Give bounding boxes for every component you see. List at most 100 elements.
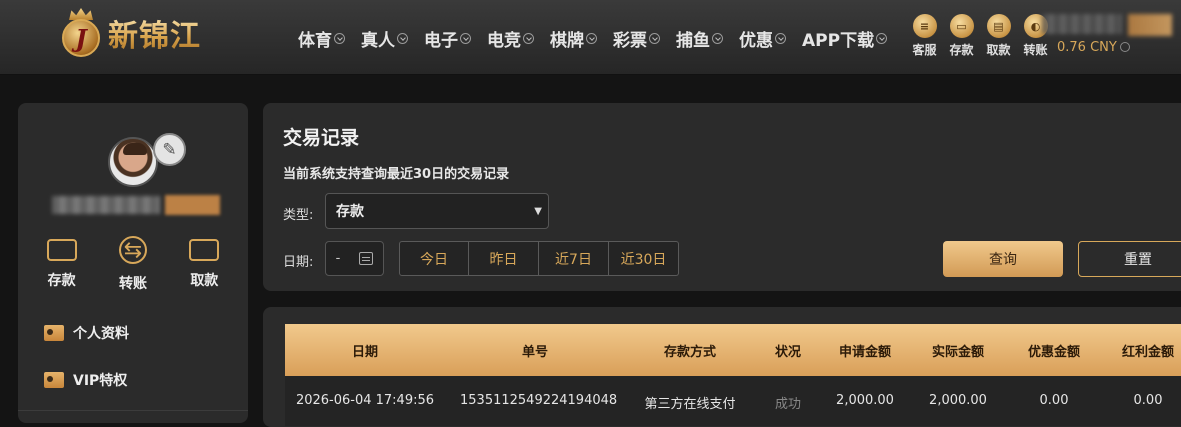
- nav-item-promotions[interactable]: 优惠: [739, 26, 786, 51]
- cell-date: 2026-06-04 17:49:56: [295, 393, 435, 408]
- nav-label: 捕鱼: [676, 31, 710, 51]
- column-header-order-no: 单号: [521, 344, 548, 360]
- chevron-down-icon: [712, 33, 723, 44]
- chevron-down-icon: [397, 33, 408, 44]
- range-30days-button[interactable]: 近30日: [609, 241, 679, 276]
- sidebar-action-label: 取款: [190, 273, 219, 289]
- column-header-actual: 实际金额: [931, 344, 984, 360]
- cell-status: 成功: [774, 397, 801, 412]
- edit-profile-button[interactable]: ✎: [153, 133, 186, 166]
- range-today-button[interactable]: 今日: [399, 241, 469, 276]
- quick-withdraw[interactable]: ▤ 取款: [980, 14, 1017, 58]
- brand-logo[interactable]: J 新锦江: [58, 8, 201, 58]
- sidebar-action-label: 存款: [47, 273, 76, 289]
- sidebar-transfer-button[interactable]: ⇆ 转账: [103, 236, 163, 293]
- nav-item-esports[interactable]: 电竞: [487, 26, 534, 51]
- balance-value: 0.76 CNY: [1057, 40, 1117, 55]
- chevron-down-icon: [523, 33, 534, 44]
- wallet-icon: [46, 239, 77, 261]
- bank-card-icon: ▤: [986, 14, 1011, 38]
- nav-label: 优惠: [739, 31, 773, 51]
- sidebar-item-profile[interactable]: 个人资料: [44, 323, 129, 343]
- column-header-method: 存款方式: [663, 344, 716, 360]
- edit-icon: ✎: [162, 139, 177, 160]
- chat-bubble-icon: ≡: [912, 14, 937, 38]
- sidebar-item-vip[interactable]: VIP特权: [44, 370, 127, 390]
- nav-item-live[interactable]: 真人: [361, 26, 408, 51]
- refresh-icon[interactable]: [1119, 42, 1130, 52]
- wallet-glyph: ▭: [956, 19, 967, 33]
- quick-label: 客服: [912, 43, 937, 57]
- cell-order-no: 1535112549224194048: [460, 393, 618, 408]
- quick-actions: ≡ 客服 ▭ 存款 ▤ 取款 ◐ 转账: [906, 14, 1054, 58]
- sidebar-withdraw-button[interactable]: 取款: [174, 236, 234, 293]
- column-header-requested: 申请金额: [838, 344, 891, 360]
- column-header-status: 状况: [774, 344, 801, 360]
- quick-customer-service[interactable]: ≡ 客服: [906, 14, 943, 58]
- calendar-icon: [359, 252, 374, 265]
- chevron-down-icon: [460, 33, 471, 44]
- quick-deposit[interactable]: ▭ 存款: [943, 14, 980, 58]
- chevron-down-icon: [586, 33, 597, 44]
- nav-item-fishing[interactable]: 捕鱼: [676, 26, 723, 51]
- date-range-input[interactable]: -: [325, 241, 384, 276]
- account-sidebar: ✎ 存款 ⇆ 转账 取款 个人资料 VIP特权: [18, 103, 248, 423]
- avatar: [108, 137, 158, 187]
- nav-label: APP下载: [802, 31, 875, 51]
- sidebar-divider: [18, 410, 248, 411]
- sidebar-actions: 存款 ⇆ 转账 取款: [18, 236, 248, 293]
- reset-button[interactable]: 重置: [1078, 241, 1181, 277]
- transaction-filter-panel: 交易记录 当前系统支持查询最近30日的交易记录 类型: 存款 ▼ 日期: - 今…: [263, 103, 1181, 291]
- profile-card-icon: [44, 325, 64, 341]
- top-nav-bar: J 新锦江 体育 真人 电子 电竞 棋牌 彩票 捕鱼 优惠 APP下载 ≡ 客服…: [0, 0, 1181, 75]
- column-header-bonus: 红利金额: [1121, 344, 1174, 360]
- account-balance[interactable]: 0.76 CNY: [1057, 40, 1130, 55]
- quick-label: 转账: [1023, 43, 1048, 57]
- type-select[interactable]: 存款 ▼: [325, 193, 549, 229]
- sidebar-item-label: 个人资料: [73, 326, 129, 342]
- type-select-value: 存款: [336, 204, 364, 220]
- nav-label: 棋牌: [550, 31, 584, 51]
- chevron-down-icon: [876, 33, 888, 44]
- vip-level-redacted: [165, 195, 220, 215]
- date-label: 日期:: [283, 255, 314, 270]
- cell-method: 第三方在线支付: [644, 397, 736, 412]
- range-yesterday-button[interactable]: 昨日: [469, 241, 539, 276]
- range-7days-button[interactable]: 近7日: [539, 241, 609, 276]
- nav-item-slots[interactable]: 电子: [424, 26, 471, 51]
- quick-label: 存款: [949, 43, 974, 57]
- sidebar-deposit-button[interactable]: 存款: [32, 236, 92, 293]
- nav-label: 彩票: [613, 31, 647, 51]
- nav-label: 体育: [298, 31, 332, 51]
- page-subtitle: 当前系统支持查询最近30日的交易记录: [283, 167, 510, 182]
- main-nav: 体育 真人 电子 电竞 棋牌 彩票 捕鱼 优惠 APP下载: [298, 26, 903, 51]
- quick-label: 取款: [986, 43, 1011, 57]
- column-header-date: 日期: [351, 344, 378, 360]
- type-label: 类型:: [283, 208, 314, 223]
- cell-discount: 0.00: [1039, 393, 1069, 408]
- cell-requested: 2,000.00: [836, 393, 894, 408]
- page-title: 交易记录: [283, 127, 360, 149]
- table-row: 2026-06-04 17:49:56 1535112549224194048 …: [285, 376, 1181, 426]
- nav-item-sports[interactable]: 体育: [298, 26, 345, 51]
- transaction-table-panel: 日期 单号 存款方式 状况 申请金额 实际金额 优惠金额 红利金额 2026-0…: [263, 307, 1181, 427]
- nav-item-cards[interactable]: 棋牌: [550, 26, 597, 51]
- query-button[interactable]: 查询: [943, 241, 1063, 277]
- nav-item-app-download[interactable]: APP下载: [802, 26, 888, 51]
- chevron-down-icon: [649, 33, 660, 44]
- chevron-down-icon: [775, 33, 786, 44]
- bank-card-glyph: ▤: [993, 19, 1004, 33]
- transfer-icon: ⇆: [118, 236, 147, 264]
- chevron-down-icon: [334, 33, 345, 44]
- wallet-icon: ▭: [949, 14, 974, 38]
- cell-bonus: 0.00: [1133, 393, 1163, 408]
- cell-actual: 2,000.00: [929, 393, 987, 408]
- nav-label: 电子: [424, 31, 458, 51]
- username-redacted[interactable]: [1042, 14, 1122, 34]
- sidebar-action-label: 转账: [118, 276, 147, 292]
- logo-letter: J: [75, 23, 87, 53]
- nav-item-lottery[interactable]: 彩票: [613, 26, 660, 51]
- table-header: 日期 单号 存款方式 状况 申请金额 实际金额 优惠金额 红利金额: [285, 324, 1181, 376]
- chat-bubble-glyph: ≡: [919, 19, 930, 33]
- logo-badge-icon: J: [58, 8, 104, 58]
